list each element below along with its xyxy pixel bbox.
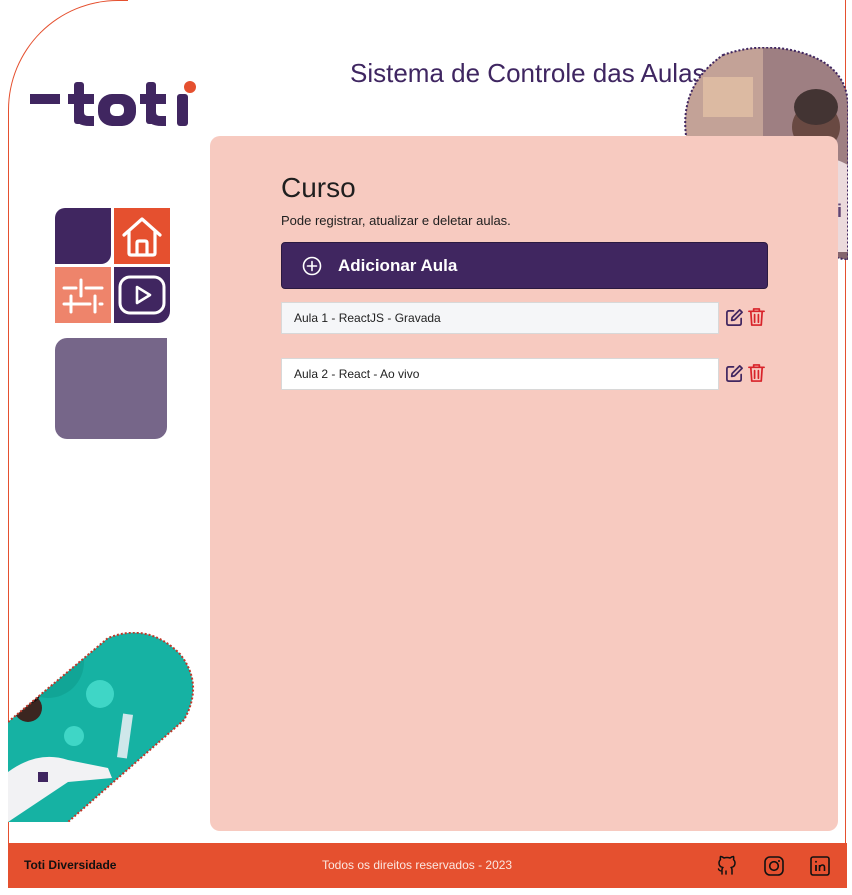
lesson-row: Aula 1 - ReactJS - Gravada xyxy=(281,302,781,334)
sidebar-decorative-block xyxy=(55,338,167,439)
course-description: Pode registrar, atualizar e deletar aula… xyxy=(281,213,511,228)
edit-icon[interactable] xyxy=(725,364,744,383)
trash-icon[interactable] xyxy=(747,307,766,327)
toti-logo xyxy=(30,81,196,126)
sidebar-menu xyxy=(55,208,170,323)
edit-icon[interactable] xyxy=(725,308,744,327)
lesson-row: Aula 2 - React - Ao vivo xyxy=(281,358,781,390)
plus-circle-icon xyxy=(302,256,322,275)
lesson-field[interactable]: Aula 2 - React - Ao vivo xyxy=(281,358,719,390)
course-title: Curso xyxy=(281,172,356,203)
sidebar-item-settings[interactable] xyxy=(55,267,111,323)
sidebar-item-videos[interactable] xyxy=(114,267,170,323)
sidebar-item-home[interactable] xyxy=(114,208,170,264)
footer-copyright: Todos os direitos reservados - 2023 xyxy=(322,858,513,872)
lesson-field[interactable]: Aula 1 - ReactJS - Gravada xyxy=(281,302,719,334)
student-photo-bottom xyxy=(8,632,195,822)
page-title: Sistema de Controle das Aulas xyxy=(350,58,706,88)
trash-icon[interactable] xyxy=(747,363,766,383)
linkedin-icon[interactable] xyxy=(809,855,831,877)
footer-brand: Toti Diversidade xyxy=(24,858,117,872)
home-icon xyxy=(122,217,162,257)
sliders-icon xyxy=(62,278,104,314)
sidebar-tile-blank[interactable] xyxy=(55,208,111,264)
add-lesson-button[interactable]: Adicionar Aula xyxy=(281,242,768,289)
video-play-icon xyxy=(118,275,166,315)
course-panel: Curso Pode registrar, atualizar e deleta… xyxy=(210,136,838,831)
footer: Toti Diversidade Todos os direitos reser… xyxy=(8,843,847,888)
add-lesson-label: Adicionar Aula xyxy=(338,255,458,275)
github-icon[interactable] xyxy=(716,855,738,877)
instagram-icon[interactable] xyxy=(763,855,785,877)
